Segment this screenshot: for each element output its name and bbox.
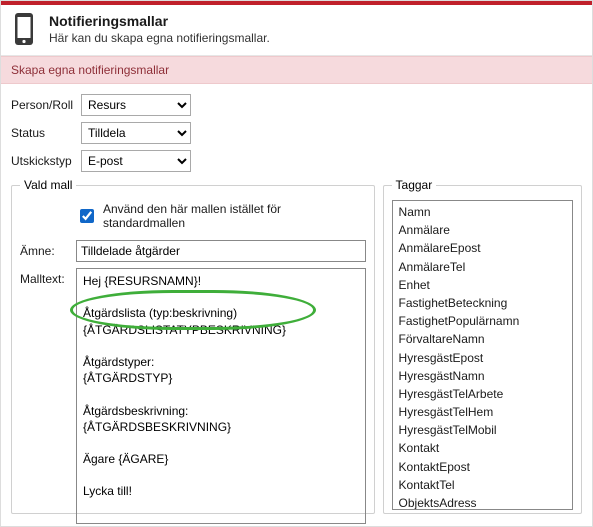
person-role-select[interactable]: Resurs	[81, 94, 191, 116]
section-banner: Skapa egna notifieringsmallar	[1, 56, 592, 84]
person-role-label: Person/Roll	[11, 98, 73, 112]
tag-item[interactable]: HyresgästTelHem	[393, 403, 572, 421]
window: Notifieringsmallar Här kan du skapa egna…	[0, 0, 593, 527]
tag-item[interactable]: KontaktEpost	[393, 458, 572, 476]
tag-item[interactable]: HyresgästEpost	[393, 349, 572, 367]
tag-item[interactable]: AnmälareEpost	[393, 239, 572, 257]
tag-item[interactable]: Namn	[393, 203, 572, 221]
tag-item[interactable]: FörvaltareNamn	[393, 330, 572, 348]
subject-input[interactable]	[76, 240, 366, 262]
page-title: Notifieringsmallar	[49, 13, 270, 30]
tag-item[interactable]: HyresgästTelArbete	[393, 385, 572, 403]
subject-label: Ämne:	[20, 240, 70, 258]
tag-item[interactable]: AnmälareTel	[393, 258, 572, 276]
use-template-label[interactable]: Använd den här mallen istället för stand…	[103, 202, 366, 230]
tags-legend: Taggar	[392, 178, 437, 192]
status-select[interactable]: Tilldela	[81, 122, 191, 144]
tag-item[interactable]: Kontakt	[393, 439, 572, 457]
status-label: Status	[11, 126, 73, 140]
tag-item[interactable]: HyresgästTelMobil	[393, 421, 572, 439]
tag-item[interactable]: HyresgästNamn	[393, 367, 572, 385]
use-template-checkbox[interactable]	[80, 209, 94, 223]
header: Notifieringsmallar Här kan du skapa egna…	[1, 5, 592, 56]
template-fieldset: Vald mall Använd den här mallen istället…	[11, 178, 375, 514]
sendtype-label: Utskickstyp	[11, 154, 73, 168]
tag-item[interactable]: FastighetBeteckning	[393, 294, 572, 312]
tag-item[interactable]: Enhet	[393, 276, 572, 294]
template-legend: Vald mall	[20, 178, 76, 192]
tag-item[interactable]: ObjektsAdress	[393, 494, 572, 510]
templatetext-textarea[interactable]	[76, 268, 366, 524]
header-text: Notifieringsmallar Här kan du skapa egna…	[49, 13, 270, 46]
tags-listbox[interactable]: NamnAnmälareAnmälareEpostAnmälareTelEnhe…	[392, 200, 573, 510]
templatetext-label: Malltext:	[20, 268, 70, 286]
tag-item[interactable]: FastighetPopulärnamn	[393, 312, 572, 330]
phone-icon	[11, 11, 37, 47]
tags-fieldset: Taggar NamnAnmälareAnmälareEpostAnmälare…	[383, 178, 582, 514]
tag-item[interactable]: Anmälare	[393, 221, 572, 239]
sendtype-select[interactable]: E-post	[81, 150, 191, 172]
page-subtitle: Här kan du skapa egna notifieringsmallar…	[49, 31, 270, 45]
tag-item[interactable]: KontaktTel	[393, 476, 572, 494]
